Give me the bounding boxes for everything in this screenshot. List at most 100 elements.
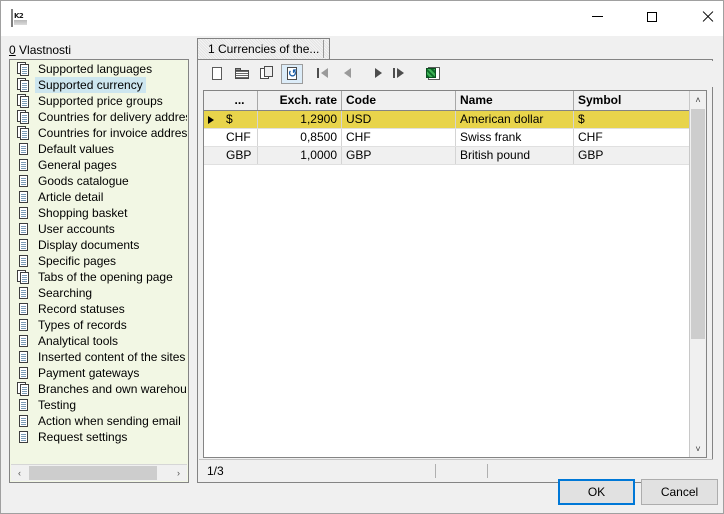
page-icon <box>17 286 30 300</box>
grid-cell[interactable]: GBP <box>342 147 456 164</box>
previous-record-button[interactable] <box>338 64 360 84</box>
grid-cell[interactable]: 1,2900 <box>258 111 342 128</box>
copy-record-button[interactable] <box>256 64 278 84</box>
page-icon <box>17 254 30 268</box>
properties-tree-list[interactable]: Supported languages Supported currency S… <box>11 61 187 460</box>
properties-label-accel: 0 <box>9 43 16 57</box>
sidebar-item-19[interactable]: Payment gateways <box>11 365 187 381</box>
grid-cell[interactable]: GBP <box>222 147 258 164</box>
column-header-4[interactable]: Symbol <box>574 91 690 110</box>
grid-cell[interactable]: British pound <box>456 147 574 164</box>
sidebar-item-13[interactable]: Tabs of the opening page <box>11 269 187 285</box>
open-record-button[interactable] <box>231 64 253 84</box>
table-row[interactable]: CHF 0,8500 CHF Swiss frank CHF <box>204 129 706 147</box>
export-excel-button[interactable] <box>423 64 445 84</box>
sidebar-item-1[interactable]: Supported currency <box>11 77 187 93</box>
column-header-0[interactable]: ... <box>222 91 258 110</box>
sidebar-item-10[interactable]: User accounts <box>11 221 187 237</box>
sidebar-item-18[interactable]: Inserted content of the sites <box>11 349 187 365</box>
table-row[interactable]: GBP 1,0000 GBP British pound GBP <box>204 147 706 165</box>
sidebar-item-label: Action when sending email <box>38 414 181 428</box>
sidebar-item-21[interactable]: Testing <box>11 397 187 413</box>
multi-page-icon <box>17 382 30 396</box>
page-icon <box>17 142 30 156</box>
scroll-right-button[interactable]: › <box>170 465 187 481</box>
sidebar-item-label: Tabs of the opening page <box>38 270 173 284</box>
page-icon <box>17 174 30 188</box>
sidebar-item-label: Countries for invoice addresses <box>38 126 187 140</box>
sidebar-item-17[interactable]: Analytical tools <box>11 333 187 349</box>
page-icon <box>17 206 30 220</box>
sidebar-item-label: Record statuses <box>38 302 125 316</box>
currencies-grid[interactable]: ... Exch. rate Code Name Symbol $1,2900 U… <box>203 90 707 458</box>
last-record-button[interactable] <box>393 64 415 84</box>
sidebar-item-6[interactable]: General pages <box>11 157 187 173</box>
column-header-label: Exch. rate <box>279 93 337 107</box>
scroll-left-button[interactable]: ‹ <box>11 465 28 481</box>
sidebar-item-23[interactable]: Request settings <box>11 429 187 445</box>
last-arrow-icon <box>393 66 412 82</box>
sidebar-item-15[interactable]: Record statuses <box>11 301 187 317</box>
column-header-2[interactable]: Code <box>342 91 456 110</box>
column-header-1[interactable]: Exch. rate <box>258 91 342 110</box>
close-button[interactable] <box>684 1 724 32</box>
sidebar-item-8[interactable]: Article detail <box>11 189 187 205</box>
page-icon <box>17 222 30 236</box>
grid-cell[interactable]: $ <box>574 111 690 128</box>
sidebar-item-12[interactable]: Specific pages <box>11 253 187 269</box>
grid-body[interactable]: $1,2900 USD American dollar $ CHF 0,8500 CHF Sw… <box>204 111 706 457</box>
refresh-button[interactable]: ↺ <box>281 64 303 84</box>
sidebar-item-16[interactable]: Types of records <box>11 317 187 333</box>
tab-currencies[interactable]: 1 Currencies of the... <box>197 38 331 59</box>
scroll-down-button[interactable]: ˅ <box>690 440 706 457</box>
ok-button[interactable]: OK <box>558 479 635 505</box>
sidebar-item-20[interactable]: Branches and own warehouses <box>11 381 187 397</box>
sidebar-item-label: Default values <box>38 142 115 156</box>
sidebar-horizontal-scrollbar[interactable]: ‹ › <box>11 464 187 481</box>
sidebar-item-11[interactable]: Display documents <box>11 237 187 253</box>
column-header-label: ... <box>234 93 245 107</box>
minimize-button[interactable] <box>574 1 620 32</box>
page-icon <box>17 414 30 428</box>
maximize-button[interactable] <box>629 1 675 32</box>
properties-label: 0 Vlastnosti <box>9 43 71 57</box>
grid-cell[interactable]: USD <box>342 111 456 128</box>
grid-cell[interactable]: GBP <box>574 147 690 164</box>
sidebar-item-label: Countries for delivery addresses <box>38 110 187 124</box>
grid-cell[interactable]: CHF <box>342 129 456 146</box>
sidebar-item-2[interactable]: Supported price groups <box>11 93 187 109</box>
sidebar-item-label: Display documents <box>38 238 140 252</box>
sidebar-item-22[interactable]: Action when sending email <box>11 413 187 429</box>
table-row[interactable]: $1,2900 USD American dollar $ <box>204 111 706 129</box>
scroll-thumb[interactable] <box>29 466 157 480</box>
grid-cell[interactable]: CHF <box>574 129 690 146</box>
grid-vertical-scrollbar[interactable]: ˄ ˅ <box>689 91 706 457</box>
copy-documents-icon <box>259 66 275 82</box>
sidebar-item-label: User accounts <box>38 222 115 236</box>
sidebar-item-label: Searching <box>38 286 93 300</box>
grid-cell[interactable]: 0,8500 <box>258 129 342 146</box>
grid-cell[interactable]: $ <box>222 111 258 128</box>
new-record-button[interactable] <box>206 64 228 84</box>
column-header-3[interactable]: Name <box>456 91 574 110</box>
sidebar-item-9[interactable]: Shopping basket <box>11 205 187 221</box>
grid-scroll-thumb[interactable] <box>691 109 705 339</box>
sidebar-item-4[interactable]: Countries for invoice addresses <box>11 125 187 141</box>
multi-page-icon <box>17 78 30 92</box>
first-record-button[interactable] <box>313 64 335 84</box>
sidebar-item-7[interactable]: Goods catalogue <box>11 173 187 189</box>
grid-cell[interactable]: American dollar <box>456 111 574 128</box>
scroll-up-button[interactable]: ˄ <box>690 91 706 108</box>
multi-page-icon <box>17 94 30 108</box>
next-record-button[interactable] <box>368 64 390 84</box>
cancel-button[interactable]: Cancel <box>641 479 718 505</box>
sidebar-item-3[interactable]: Countries for delivery addresses <box>11 109 187 125</box>
sidebar-item-0[interactable]: Supported languages <box>11 61 187 77</box>
next-arrow-icon <box>371 66 387 82</box>
sidebar-item-5[interactable]: Default values <box>11 141 187 157</box>
grid-cell[interactable]: Swiss frank <box>456 129 574 146</box>
grid-cell[interactable]: 1,0000 <box>258 147 342 164</box>
new-document-icon <box>209 66 225 82</box>
sidebar-item-14[interactable]: Searching <box>11 285 187 301</box>
grid-cell[interactable]: CHF <box>222 129 258 146</box>
